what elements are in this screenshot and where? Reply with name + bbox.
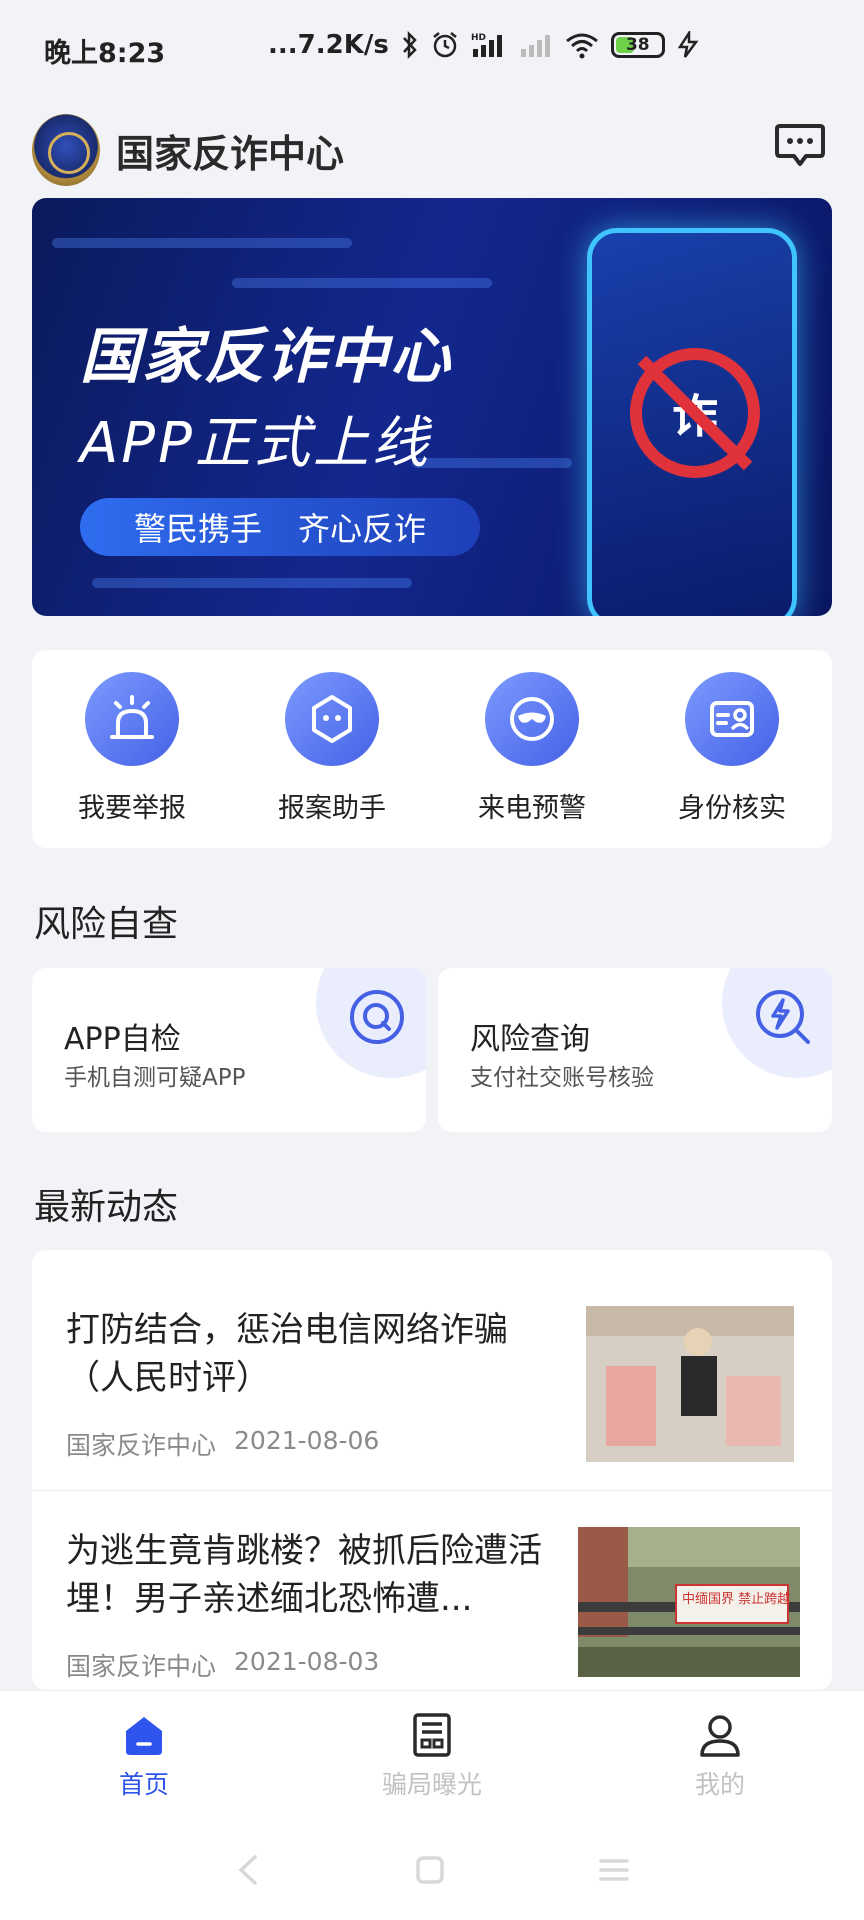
quick-action-label: 来电预警: [478, 793, 586, 824]
promo-banner[interactable]: 诈 国家反诈中心 APP正式上线 警民携手 齐心反诈: [32, 198, 832, 616]
news-source: 国家反诈中心: [66, 1431, 217, 1460]
assistant-face-icon: [285, 672, 379, 766]
net-speed: ...7.2K/s: [268, 30, 389, 60]
app-header: 国家反诈中心: [32, 110, 832, 190]
tab-home[interactable]: 首页: [0, 1691, 288, 1820]
person-icon: [700, 1715, 740, 1757]
risk-card-subtitle: 手机自测可疑APP: [64, 1065, 246, 1091]
signal-weak-icon: [520, 35, 550, 57]
news-date: 2021-08-06: [234, 1426, 380, 1455]
risk-card-risk-query[interactable]: 风险查询 支付社交账号核验: [438, 968, 832, 1132]
battery-icon: 38: [610, 32, 665, 58]
app-title: 国家反诈中心: [116, 131, 345, 176]
risk-card-title: APP自检: [64, 1022, 181, 1057]
signal-hd-icon: HD: [471, 33, 502, 57]
alarm-icon: [433, 32, 457, 58]
banner-stripe: [232, 278, 492, 288]
svg-text:HD: HD: [471, 33, 486, 43]
news-section-title: 最新动态: [34, 1187, 179, 1228]
news-date: 2021-08-03: [234, 1647, 380, 1676]
id-card-icon: [685, 672, 779, 766]
lightning-search-icon: [756, 990, 810, 1044]
charging-icon: [677, 31, 699, 58]
quick-action-report[interactable]: 我要举报: [32, 650, 232, 848]
status-bar: 晚上8:23 ...7.2K/s HD 38: [0, 0, 864, 100]
scan-icon: [350, 990, 404, 1044]
mask-icon: [485, 672, 579, 766]
quick-actions: 我要举报 报案助手 来电预警 身份核实: [32, 650, 832, 848]
tab-label: 首页: [118, 1770, 169, 1799]
nav-home-icon[interactable]: [413, 1853, 447, 1887]
news-meta: 国家反诈中心 2021-08-06: [66, 1426, 379, 1462]
bluetooth-icon: [402, 31, 417, 59]
banner-slogan-right: 齐心反诈: [298, 510, 427, 548]
newspaper-icon: [413, 1713, 451, 1757]
risk-card-subtitle: 支付社交账号核验: [470, 1065, 654, 1091]
nav-menu-icon[interactable]: [597, 1853, 631, 1887]
news-list: 打防结合，惩治电信网络诈骗（人民时评） 国家反诈中心 2021-08-06 为逃…: [32, 1250, 832, 1690]
news-item[interactable]: 打防结合，惩治电信网络诈骗（人民时评） 国家反诈中心 2021-08-06: [32, 1250, 832, 1490]
nav-back-icon[interactable]: [233, 1853, 263, 1887]
tab-scam-exposure[interactable]: 骗局曝光: [288, 1691, 576, 1820]
news-title: 为逃生竟肯跳楼？被抓后险遭活埋！男子亲述缅北恐怖遭...: [66, 1531, 542, 1619]
tab-label: 我的: [694, 1770, 745, 1799]
alarm-light-icon: [85, 672, 179, 766]
news-meta: 国家反诈中心 2021-08-03: [66, 1647, 379, 1683]
risk-card-app-check[interactable]: APP自检 手机自测可疑APP: [32, 968, 426, 1132]
app-logo: [32, 114, 100, 186]
quick-action-identity[interactable]: 身份核实: [632, 650, 832, 848]
status-icons: ...7.2K/s HD 38: [268, 30, 699, 60]
tab-label: 骗局曝光: [381, 1770, 482, 1799]
no-fraud-sign: 诈: [630, 348, 760, 478]
wifi-icon: [565, 33, 598, 59]
border-sign-text: 中缅国界 禁止跨越: [682, 1592, 790, 1607]
banner-slogan: 警民携手 齐心反诈: [80, 498, 480, 556]
bottom-tab-bar: 首页 骗局曝光 我的: [0, 1690, 864, 1820]
banner-stripe: [92, 578, 412, 588]
banner-title: 国家反诈中心: [80, 322, 452, 392]
quick-action-assistant[interactable]: 报案助手: [232, 650, 432, 848]
home-icon: [126, 1717, 162, 1755]
quick-action-call-warning[interactable]: 来电预警: [432, 650, 632, 848]
message-icon[interactable]: [774, 122, 826, 170]
news-source: 国家反诈中心: [66, 1652, 217, 1681]
news-title: 打防结合，惩治电信网络诈骗（人民时评）: [66, 1310, 508, 1398]
news-thumbnail: [586, 1306, 794, 1462]
quick-action-label: 身份核实: [678, 793, 786, 824]
no-fraud-sign-char: 诈: [672, 389, 718, 443]
risk-section-title: 风险自查: [34, 904, 179, 945]
banner-slogan-left: 警民携手: [133, 510, 262, 548]
status-time: 晚上8:23: [44, 37, 166, 69]
banner-stripe: [52, 238, 352, 248]
risk-card-title: 风险查询: [470, 1022, 590, 1057]
banner-subtitle: APP正式上线: [80, 411, 431, 476]
system-nav-bar: [0, 1820, 864, 1920]
banner-stripe: [412, 458, 572, 468]
tab-mine[interactable]: 我的: [576, 1691, 864, 1820]
news-item[interactable]: 为逃生竟肯跳楼？被抓后险遭活埋！男子亲述缅北恐怖遭... 国家反诈中心 2021…: [32, 1490, 832, 1690]
quick-action-label: 报案助手: [278, 793, 386, 824]
quick-action-label: 我要举报: [78, 793, 186, 824]
battery-level: 38: [625, 35, 650, 55]
news-thumbnail: 中缅国界 禁止跨越: [578, 1527, 800, 1677]
